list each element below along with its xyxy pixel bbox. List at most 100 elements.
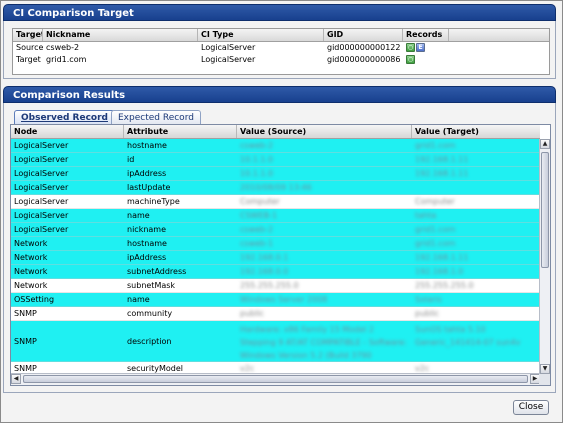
column-header-target[interactable]: Target (13, 29, 43, 41)
value-source-cell: 2010/08/09 13:46 (240, 183, 312, 192)
table-header: Node Attribute Value (Source) Value (Tar… (11, 125, 540, 139)
table-row[interactable]: LogicalServer id 10.1.1.0 192.168.1.11 (11, 153, 540, 167)
attribute-cell: ipAddress (127, 169, 167, 178)
node-cell: LogicalServer (14, 141, 69, 150)
attribute-cell: ipAddress (127, 253, 167, 262)
value-source-cell: csweb-2 (240, 225, 274, 234)
value-target-cell: 192.168.1.11 (415, 169, 469, 178)
value-target-cell: 192.168.1.11 (415, 253, 469, 262)
records-cell: ○ E (403, 42, 449, 54)
value-target-cell: 192.168.1.0 (415, 267, 464, 276)
table-row[interactable]: LogicalServer lastUpdate 2010/08/09 13:46 (11, 181, 540, 195)
value-source-cell: Hardware: x86 Family 15 Model 2 Stepping… (240, 325, 407, 360)
node-cell: Network (14, 239, 48, 248)
column-header-attribute[interactable]: Attribute (124, 125, 237, 138)
column-header-ci-type[interactable]: CI Type (198, 29, 324, 41)
attribute-cell: hostname (127, 239, 167, 248)
node-cell: Network (14, 253, 48, 262)
value-source-cell: csweb-1 (240, 239, 274, 248)
attribute-cell: lastUpdate (127, 183, 171, 192)
value-source-cell: public (240, 309, 265, 318)
attribute-cell: hostname (127, 141, 167, 150)
scroll-down-icon[interactable]: ▼ (540, 364, 550, 374)
node-cell: LogicalServer (14, 169, 69, 178)
value-source-cell: 192.168.0.0 (240, 267, 289, 276)
nickname-cell: csweb-2 (46, 43, 80, 52)
attribute-cell: description (127, 337, 172, 346)
value-source-cell: Windows Server 2008 (240, 295, 328, 304)
value-source-cell: Computer (240, 197, 280, 206)
value-source-cell: csweb-2 (240, 141, 274, 150)
section-title: CI Comparison Target (13, 8, 134, 19)
column-header-nickname[interactable]: Nickname (43, 29, 198, 41)
column-header-gid[interactable]: GID (324, 29, 403, 41)
ci-target-table: Target Nickname CI Type GID Records Sour… (12, 28, 550, 75)
value-target-cell: grid1.com (415, 225, 456, 234)
table-row[interactable]: OSSetting name Windows Server 2008 Solaris (11, 293, 540, 307)
node-cell: LogicalServer (14, 197, 69, 206)
attribute-cell: community (127, 309, 173, 318)
comparison-results-header: Comparison Results (3, 86, 556, 103)
tab-label: Expected Record (118, 113, 194, 123)
close-button[interactable]: Close (513, 400, 549, 415)
target-cell: Source (16, 43, 43, 52)
tab-expected-record[interactable]: Expected Record (111, 110, 201, 124)
node-cell: LogicalServer (14, 155, 69, 164)
observed-record-icon[interactable]: ○ (406, 43, 415, 52)
column-header-value-source[interactable]: Value (Source) (237, 125, 412, 138)
node-cell: SNMP (14, 309, 37, 318)
table-row[interactable]: LogicalServer ipAddress 10.1.1.0 192.168.1.… (11, 167, 540, 181)
gid-cell: gid000000000086 (327, 55, 401, 64)
scrollbar-corner (539, 374, 550, 385)
value-source-cell: CSWEB-1 (240, 211, 278, 220)
node-cell: SNMP (14, 337, 37, 346)
target-cell: Target (16, 55, 41, 64)
node-cell: LogicalServer (14, 211, 69, 220)
node-cell: Network (14, 281, 48, 290)
horizontal-scrollbar[interactable]: ◀ ▶ (11, 373, 540, 385)
scroll-thumb[interactable] (541, 152, 549, 268)
value-source-cell: 10.1.1.0 (240, 155, 274, 164)
table-row[interactable]: Network subnetMask 255.255.255.0 255.255.25… (11, 279, 540, 293)
table-row[interactable]: Target grid1.com LogicalServer gid000000… (13, 54, 549, 66)
value-target-cell: SunOS tahta 5.10 Generic_141414-07 sun4v (415, 325, 521, 347)
vertical-scrollbar[interactable]: ▲ ▼ (539, 139, 550, 374)
scroll-left-icon[interactable]: ◀ (11, 374, 21, 384)
observed-record-icon[interactable]: ○ (406, 55, 415, 64)
column-header-filler (449, 29, 549, 41)
node-cell: Network (14, 267, 48, 276)
column-header-records[interactable]: Records (403, 29, 449, 41)
table-row[interactable]: Network hostname csweb-1 grid1.com (11, 237, 540, 251)
table-row[interactable]: LogicalServer nickname csweb-2 grid1.com (11, 223, 540, 237)
attribute-cell: name (127, 211, 150, 220)
value-target-cell (412, 181, 540, 194)
attribute-cell: name (127, 295, 150, 304)
table-row[interactable]: Network subnetAddress 192.168.0.0 192.168.1… (11, 265, 540, 279)
table-row[interactable]: LogicalServer machineType Computer Computer (11, 195, 540, 209)
value-target-cell: Computer (415, 197, 455, 206)
records-cell: ○ (403, 54, 449, 66)
tab-observed-record[interactable]: Observed Record (14, 110, 115, 124)
table-row[interactable]: LogicalServer name CSWEB-1 tahta (11, 209, 540, 223)
ci-comparison-target-header: CI Comparison Target (3, 4, 556, 21)
value-target-cell: 255.255.255.0 (415, 281, 474, 290)
column-header-node[interactable]: Node (11, 125, 124, 138)
table-header: Target Nickname CI Type GID Records (13, 29, 549, 42)
table-row[interactable]: SNMP description Hardware: x86 Family 15 M… (11, 321, 540, 362)
attribute-cell: subnetAddress (127, 267, 187, 276)
scroll-thumb[interactable] (23, 375, 528, 383)
attribute-cell: id (127, 155, 135, 164)
nickname-cell: grid1.com (46, 55, 87, 64)
scroll-up-icon[interactable]: ▲ (540, 139, 550, 149)
column-header-value-target[interactable]: Value (Target) (412, 125, 540, 138)
value-source-cell: 192.168.0.1 (240, 253, 289, 262)
comparison-results-table: Node Attribute Value (Source) Value (Tar… (10, 124, 551, 386)
expected-record-icon[interactable]: E (416, 43, 425, 52)
node-cell: LogicalServer (14, 183, 69, 192)
table-row[interactable]: Source csweb-2 LogicalServer gid00000000… (13, 42, 549, 54)
table-row[interactable]: LogicalServer hostname csweb-2 grid1.com (11, 139, 540, 153)
attribute-cell: nickname (127, 225, 167, 234)
table-row[interactable]: Network ipAddress 192.168.0.1 192.168.1.11 (11, 251, 540, 265)
value-target-cell: grid1.com (415, 141, 456, 150)
table-row[interactable]: SNMP community public public (11, 307, 540, 321)
